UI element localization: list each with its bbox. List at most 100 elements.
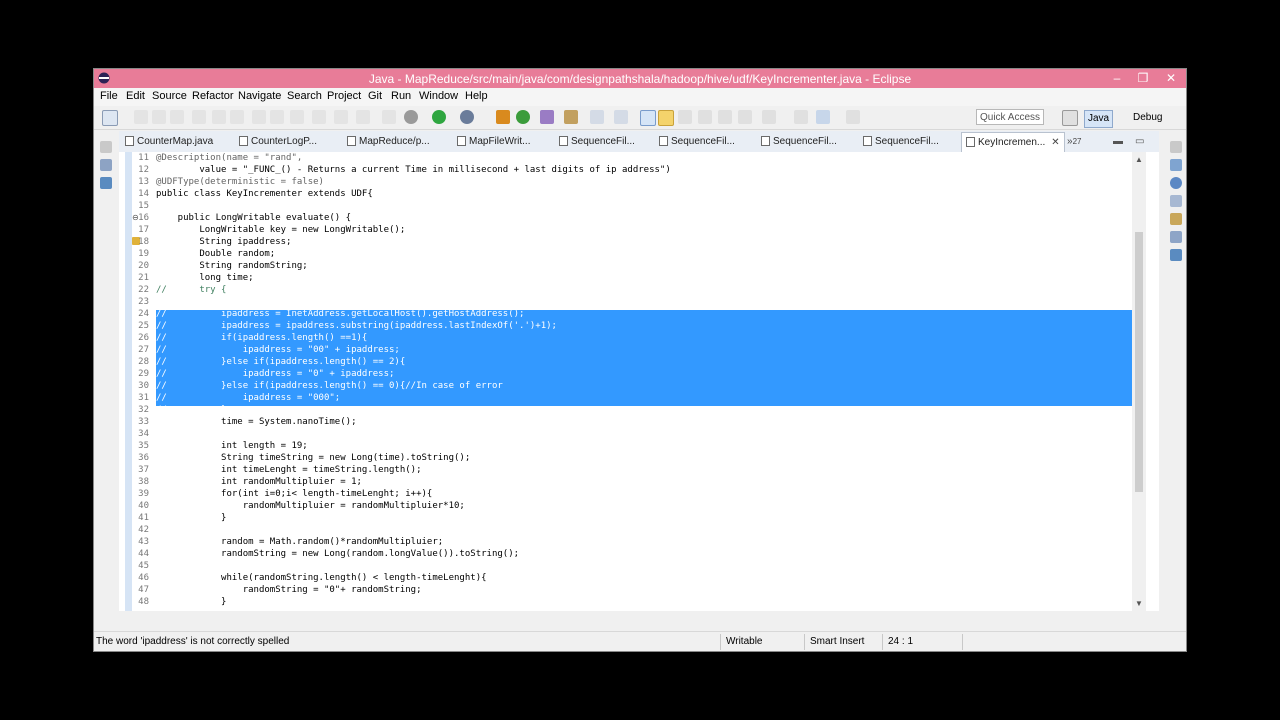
close-tab-icon[interactable]: ✕ bbox=[1051, 137, 1059, 148]
code-line[interactable]: int timeLenght = timeString.length(); bbox=[156, 464, 422, 476]
code-line[interactable]: // ipaddress = "000"; bbox=[156, 392, 340, 404]
tab-mapreduce[interactable]: MapReduce/p... bbox=[347, 134, 430, 150]
perspective-java[interactable]: Java bbox=[1084, 110, 1114, 128]
open-task-icon[interactable] bbox=[614, 110, 628, 124]
tab-sequencefil-1[interactable]: SequenceFil... bbox=[559, 134, 635, 150]
code-line[interactable]: long time; bbox=[156, 272, 253, 284]
tab-overflow[interactable]: »27 bbox=[1067, 134, 1081, 150]
code-line[interactable]: // ipaddress = "00" + ipaddress; bbox=[156, 344, 400, 356]
open-type-icon[interactable] bbox=[564, 110, 578, 124]
code-line[interactable]: Double random; bbox=[156, 248, 275, 260]
git-push-icon[interactable] bbox=[270, 110, 284, 124]
git-sync-icon[interactable] bbox=[356, 110, 370, 124]
maximize-editor-icon[interactable]: ▭ bbox=[1135, 134, 1144, 150]
code-line[interactable]: // } bbox=[156, 404, 226, 416]
next-annotation-icon[interactable] bbox=[738, 110, 752, 124]
code-line[interactable]: // }else if(ipaddress.length() == 0){//I… bbox=[156, 380, 503, 392]
show-whitespace-icon[interactable] bbox=[698, 110, 712, 124]
run-icon[interactable] bbox=[432, 110, 446, 124]
title-bar[interactable]: Java - MapReduce/src/main/java/com/desig… bbox=[94, 69, 1186, 88]
tab-mapfilewrit[interactable]: MapFileWrit... bbox=[457, 134, 531, 150]
shift-right-icon[interactable] bbox=[230, 110, 244, 124]
code-line[interactable]: time = System.nanoTime(); bbox=[156, 416, 356, 428]
git-fetch-icon[interactable] bbox=[312, 110, 326, 124]
javadoc-icon[interactable] bbox=[1170, 213, 1182, 225]
declaration-icon[interactable] bbox=[1170, 231, 1182, 243]
menu-help[interactable]: Help bbox=[465, 90, 488, 102]
new-interface-icon[interactable] bbox=[540, 110, 554, 124]
code-line[interactable]: random = Math.random()*randomMultipluier… bbox=[156, 536, 443, 548]
junit-icon[interactable] bbox=[100, 177, 112, 189]
debug-icon[interactable] bbox=[404, 110, 418, 124]
scroll-thumb[interactable] bbox=[1135, 232, 1143, 492]
close-button[interactable]: ✕ bbox=[1156, 69, 1186, 88]
search-icon[interactable] bbox=[590, 110, 604, 124]
code-line[interactable]: @Description(name = "rand", bbox=[156, 152, 302, 164]
code-line[interactable]: // ipaddress = "0" + ipaddress; bbox=[156, 368, 394, 380]
pilcrow-icon[interactable] bbox=[718, 110, 732, 124]
minimize-button[interactable]: – bbox=[1104, 69, 1130, 88]
quick-access-input[interactable]: Quick Access bbox=[976, 109, 1044, 125]
code-line[interactable]: randomString = new Long(random.longValue… bbox=[156, 548, 519, 560]
menu-navigate[interactable]: Navigate bbox=[238, 90, 281, 102]
code-line[interactable]: // ipaddress = InetAddress.getLocalHost(… bbox=[156, 308, 524, 320]
code-line[interactable]: String randomString; bbox=[156, 260, 307, 272]
print-icon[interactable] bbox=[170, 110, 184, 124]
git-commit-icon[interactable] bbox=[252, 110, 266, 124]
tab-counterlogp[interactable]: CounterLogP... bbox=[239, 134, 317, 150]
code-line[interactable]: for(int i=0;i< length-timeLenght; i++){ bbox=[156, 488, 432, 500]
save-all-icon[interactable] bbox=[152, 110, 166, 124]
shift-left-icon[interactable] bbox=[212, 110, 226, 124]
tab-sequencefil-2[interactable]: SequenceFil... bbox=[659, 134, 735, 150]
task-list-icon[interactable] bbox=[1170, 159, 1182, 171]
menu-project[interactable]: Project bbox=[327, 90, 361, 102]
outline-icon[interactable] bbox=[1170, 177, 1182, 189]
vertical-scrollbar[interactable]: ▲ ▼ bbox=[1132, 152, 1146, 611]
menu-file[interactable]: File bbox=[100, 90, 118, 102]
code-line[interactable]: int randomMultipluier = 1; bbox=[156, 476, 362, 488]
menu-refactor[interactable]: Refactor bbox=[192, 90, 234, 102]
menu-edit[interactable]: Edit bbox=[126, 90, 145, 102]
highlight-icon[interactable] bbox=[658, 110, 674, 126]
code-line[interactable]: LongWritable key = new LongWritable(); bbox=[156, 224, 405, 236]
menu-source[interactable]: Source bbox=[152, 90, 187, 102]
tab-sequencefil-4[interactable]: SequenceFil... bbox=[863, 134, 939, 150]
code-line[interactable]: @UDFType(deterministic = false) bbox=[156, 176, 324, 188]
code-line[interactable]: // ipaddress = ipaddress.substring(ipadd… bbox=[156, 320, 557, 332]
code-line[interactable]: value = "_FUNC_() - Returns a current Ti… bbox=[156, 164, 670, 176]
code-line[interactable]: } bbox=[156, 596, 226, 608]
mark-occurrences-icon[interactable] bbox=[640, 110, 656, 126]
save-icon[interactable] bbox=[134, 110, 148, 124]
code-line[interactable]: String timeString = new Long(time).toStr… bbox=[156, 452, 470, 464]
tab-countermap[interactable]: CounterMap.java bbox=[125, 134, 213, 150]
code-line[interactable]: int length = 19; bbox=[156, 440, 308, 452]
menu-git[interactable]: Git bbox=[368, 90, 382, 102]
forward-icon[interactable] bbox=[846, 110, 860, 124]
perspective-debug[interactable]: Debug bbox=[1130, 110, 1165, 126]
problems-icon[interactable] bbox=[1170, 195, 1182, 207]
console-icon[interactable] bbox=[1170, 249, 1182, 261]
code-line[interactable]: // try { bbox=[156, 284, 226, 296]
code-line[interactable]: String ipaddress; bbox=[156, 236, 291, 248]
code-line[interactable]: randomString = "0"+ randomString; bbox=[156, 584, 422, 596]
package-explorer-icon[interactable] bbox=[100, 159, 112, 171]
external-tools-icon[interactable] bbox=[382, 110, 396, 124]
tab-sequencefil-3[interactable]: SequenceFil... bbox=[761, 134, 837, 150]
previous-annotation-icon[interactable] bbox=[762, 110, 776, 124]
scroll-down-icon[interactable]: ▼ bbox=[1135, 599, 1143, 608]
tab-keyincrementer[interactable]: KeyIncremen... ✕ bbox=[961, 132, 1065, 153]
git-pull-icon[interactable] bbox=[290, 110, 304, 124]
restore-view-icon[interactable] bbox=[1170, 141, 1182, 153]
new-java-package-icon[interactable] bbox=[496, 110, 510, 124]
open-perspective-icon[interactable] bbox=[1062, 110, 1078, 126]
code-line[interactable]: randomMultipluier = randomMultipluier*10… bbox=[156, 500, 465, 512]
menu-window[interactable]: Window bbox=[419, 90, 458, 102]
code-line[interactable]: } bbox=[156, 512, 226, 524]
git-merge-icon[interactable] bbox=[334, 110, 348, 124]
code-line[interactable]: public LongWritable evaluate() { bbox=[156, 212, 351, 224]
menu-run[interactable]: Run bbox=[391, 90, 411, 102]
restore-view-icon[interactable] bbox=[100, 141, 112, 153]
minimize-editor-icon[interactable]: ▬ bbox=[1113, 134, 1123, 150]
toggle-icon[interactable] bbox=[192, 110, 206, 124]
last-edit-icon[interactable] bbox=[794, 110, 808, 124]
